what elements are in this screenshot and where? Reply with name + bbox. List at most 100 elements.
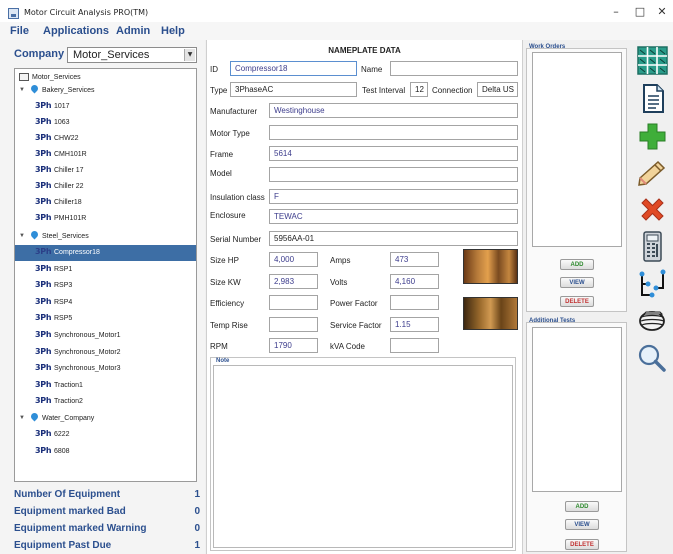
additional-tests-list[interactable] — [532, 327, 622, 492]
size-kw-field[interactable]: 2,983 — [269, 274, 318, 289]
id-field[interactable]: Compressor18 — [230, 61, 357, 76]
network-icon[interactable] — [636, 268, 669, 301]
add-icon[interactable] — [636, 120, 669, 153]
tree-group-bakery[interactable]: ▼ Bakery_Services — [15, 83, 196, 99]
work-orders-delete-button[interactable]: DELETE — [560, 296, 594, 307]
delete-x-icon[interactable] — [636, 194, 669, 227]
tree-item[interactable]: 3Ph Traction2 — [15, 394, 196, 410]
kva-code-field[interactable] — [390, 338, 439, 353]
expand-arrow-icon[interactable]: ▼ — [19, 233, 25, 239]
tree-group-label: Bakery_Services — [42, 87, 95, 94]
motor-type-field[interactable] — [269, 125, 518, 140]
three-phase-motor-icon: 3Ph — [35, 101, 52, 110]
tree-item[interactable]: 3Ph Chiller 22 — [15, 179, 196, 195]
tree-item[interactable]: 3Ph RSP5 — [15, 311, 196, 327]
motor-photo-1[interactable] — [463, 249, 518, 284]
tree-item[interactable]: 3Ph Synchronous_Motor2 — [15, 345, 196, 361]
insulation-class-field[interactable]: F — [269, 189, 518, 204]
volts-field[interactable]: 4,160 — [390, 274, 439, 289]
tree-item[interactable]: 3Ph 1017 — [15, 99, 196, 115]
three-phase-motor-icon: 3Ph — [35, 165, 52, 174]
tree-item-label: Synchronous_Motor3 — [54, 365, 121, 372]
tree-item[interactable]: 3Ph RSP4 — [15, 295, 196, 311]
chevron-down-icon[interactable]: ▼ — [184, 49, 195, 61]
search-icon[interactable] — [636, 342, 669, 375]
name-field[interactable] — [390, 61, 518, 76]
tree-item[interactable]: 3Ph 6808 — [15, 444, 196, 460]
serial-number-field[interactable]: 5956AA-01 — [269, 231, 518, 246]
enclosure-field[interactable]: TEWAC — [269, 209, 518, 224]
tree-item[interactable]: 3Ph Synchronous_Motor1 — [15, 328, 196, 344]
tree-item[interactable]: 3Ph RSP3 — [15, 278, 196, 294]
note-textarea[interactable] — [213, 365, 513, 548]
tree-item[interactable]: 3Ph Chiller 17 — [15, 163, 196, 179]
amps-field[interactable]: 473 — [390, 252, 439, 267]
tree-group-label: Steel_Services — [42, 233, 89, 240]
menu-help[interactable]: Help — [161, 25, 185, 37]
test-interval-value: 12 — [415, 85, 424, 94]
tree-item-label: Synchronous_Motor1 — [54, 332, 121, 339]
tree-group-steel[interactable]: ▼ Steel_Services — [15, 229, 196, 245]
connection-label: Connection — [432, 86, 473, 95]
rpm-field[interactable]: 1790 — [269, 338, 318, 353]
model-label: Model — [210, 169, 232, 178]
tree-item[interactable]: 3Ph Traction1 — [15, 378, 196, 394]
additional-tests-delete-button[interactable]: DELETE — [565, 539, 599, 550]
size-hp-field[interactable]: 4,000 — [269, 252, 318, 267]
work-orders-view-button[interactable]: VIEW — [560, 277, 594, 288]
grid-icon[interactable] — [636, 44, 669, 77]
test-interval-field[interactable]: 12 — [410, 82, 428, 97]
type-field[interactable]: 3PhaseAC — [230, 82, 357, 97]
manufacturer-field[interactable]: Westinghouse — [269, 103, 518, 118]
connection-field[interactable]: Delta US — [477, 82, 518, 97]
tree-item-label: 6222 — [54, 431, 70, 438]
menu-file[interactable]: File — [10, 25, 29, 37]
close-button[interactable]: ✕ — [651, 4, 673, 20]
tree-item[interactable]: 3Ph Chiller18 — [15, 195, 196, 211]
minimize-button[interactable]: – — [605, 4, 627, 20]
stat-marked-warning-label: Equipment marked Warning — [14, 523, 147, 534]
tree-item[interactable]: 3Ph 6222 — [15, 427, 196, 443]
three-phase-motor-icon: 3Ph — [35, 446, 52, 455]
tree-item[interactable]: 3Ph PMH101R — [15, 211, 196, 227]
temp-rise-label: Temp Rise — [210, 321, 248, 330]
work-orders-list[interactable] — [532, 52, 622, 247]
tree-item-selected[interactable]: 3Ph Compressor18 — [15, 245, 196, 261]
additional-tests-add-button[interactable]: ADD — [565, 501, 599, 512]
service-factor-field[interactable]: 1.15 — [390, 317, 439, 332]
temp-rise-field[interactable] — [269, 317, 318, 332]
document-icon[interactable] — [636, 82, 669, 115]
serial-number-label: Serial Number — [210, 235, 262, 244]
tree-item-label: PMH101R — [54, 215, 87, 222]
tree-group-water[interactable]: ▼ Water_Company — [15, 411, 196, 427]
motor-photo-2[interactable] — [463, 297, 518, 330]
tree-item[interactable]: 3Ph RSP1 — [15, 262, 196, 278]
note-label: Note — [216, 358, 230, 364]
expand-arrow-icon[interactable]: ▼ — [19, 415, 25, 421]
work-orders-add-button[interactable]: ADD — [560, 259, 594, 270]
tree-item-label: 6808 — [54, 448, 70, 455]
tree-item[interactable]: 3Ph CHW22 — [15, 131, 196, 147]
model-field[interactable] — [269, 167, 518, 182]
company-select[interactable]: Motor_Services ▼ — [67, 47, 197, 63]
id-label: ID — [210, 65, 218, 74]
tree-item[interactable]: 3Ph Synchronous_Motor3 — [15, 361, 196, 377]
calculator-icon[interactable] — [636, 230, 669, 263]
maximize-button[interactable]: □ — [629, 4, 651, 20]
location-pin-icon — [29, 411, 40, 422]
efficiency-field[interactable] — [269, 295, 318, 310]
expand-arrow-icon[interactable]: ▼ — [19, 87, 25, 93]
tree-item[interactable]: 3Ph 1063 — [15, 115, 196, 131]
power-factor-field[interactable] — [390, 295, 439, 310]
three-phase-motor-icon: 3Ph — [35, 247, 52, 256]
frame-field[interactable]: 5614 — [269, 146, 518, 161]
tree-item[interactable]: 3Ph CMH101R — [15, 147, 196, 163]
motor-icon[interactable] — [636, 304, 669, 337]
service-factor-label: Service Factor — [330, 321, 382, 330]
menu-admin[interactable]: Admin — [116, 25, 150, 37]
equipment-tree[interactable]: Motor_Services ▼ Bakery_Services 3Ph 1017… — [14, 68, 197, 482]
menu-applications[interactable]: Applications — [43, 25, 109, 37]
size-kw-value: 2,983 — [274, 277, 295, 286]
edit-pencil-icon[interactable] — [636, 156, 669, 189]
additional-tests-view-button[interactable]: VIEW — [565, 519, 599, 530]
